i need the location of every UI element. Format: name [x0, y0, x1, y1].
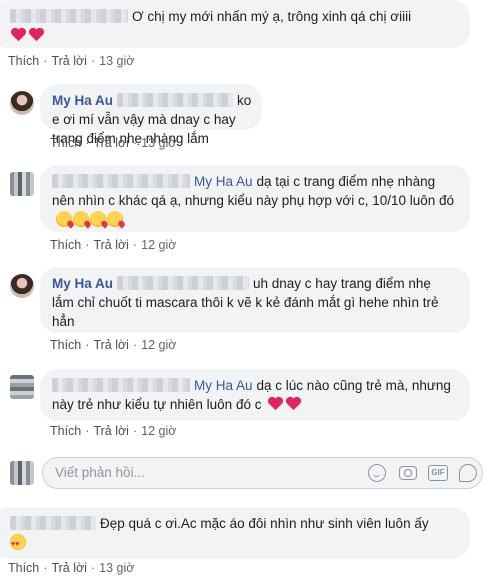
comment-text: này trẻ như kiểu tự nhiên luôn đó c [52, 397, 262, 412]
reply-link[interactable]: Trả lời [93, 136, 129, 150]
timestamp[interactable]: 12 giờ [141, 338, 176, 352]
comment-text: dạ c lúc nào cũng trẻ mà, nhưng [256, 378, 451, 393]
heart-emoji-icon [11, 27, 26, 42]
timestamp[interactable]: 13 giờ [99, 54, 134, 68]
like-link[interactable]: Thích [50, 424, 81, 438]
blurred-name [52, 174, 190, 188]
comment-text: nên nhìn c khác qá ạ, nhưng kiểu này phụ… [52, 193, 455, 208]
comment-bubble: Đẹp quá c ơi.Ac mặc áo đôi nhìn như sinh… [0, 507, 470, 559]
comment-bubble: My Ha Au dạ tại c trang điểm nhẹ nhàng nê… [40, 165, 470, 232]
sticker-icon[interactable] [459, 464, 477, 482]
author-name[interactable]: My Ha Au [52, 276, 113, 291]
timestamp[interactable]: 13 giờ [141, 136, 176, 150]
heart-emoji-icon [29, 27, 44, 42]
current-user-avatar [10, 461, 34, 485]
reply-input[interactable]: Viết phản hồi... GIF [42, 457, 483, 489]
comment-actions: Thích · Trả lời · 12 giờ [50, 338, 177, 352]
comment-actions: Thích · Trả lời · 13 giờ [8, 561, 135, 575]
blurred-name [10, 9, 128, 23]
reply-placeholder: Viết phản hồi... [55, 465, 145, 480]
comment-text: uh dnay c hay trang điểm nhẹ [253, 276, 431, 291]
tagged-name[interactable]: My Ha Au [194, 174, 253, 189]
blurred-name [117, 93, 234, 107]
avatar[interactable] [10, 274, 34, 298]
kissing-face-emoji-icon [90, 211, 106, 227]
kissing-face-emoji-icon [107, 211, 123, 227]
heart-eyes-emoji-icon [10, 534, 26, 554]
timestamp[interactable]: 12 giờ [141, 424, 176, 438]
comment-text: Ơ chị my mới nhấn mý ạ, trông xinh qá ch… [132, 9, 412, 24]
kissing-face-emoji-icon [56, 211, 72, 227]
reaction-emojis [56, 211, 124, 227]
camera-icon[interactable] [399, 466, 417, 480]
like-link[interactable]: Thích [50, 238, 81, 252]
kissing-face-emoji-icon [73, 211, 89, 227]
avatar[interactable] [10, 172, 34, 196]
like-link[interactable]: Thích [8, 54, 39, 68]
timestamp[interactable]: 13 giờ [99, 561, 134, 575]
smile-icon[interactable] [368, 464, 386, 482]
tagged-name[interactable]: My Ha Au [194, 378, 253, 393]
comment-text: lắm chỉ chuốt ti mascara thôi k vẽ k kẻ … [52, 295, 439, 329]
comment-text: Đẹp quá c ơi.Ac mặc áo đôi nhìn như sinh… [100, 516, 429, 531]
comment-actions: Thích · Trả lời · 12 giờ [50, 238, 177, 252]
heart-emoji-icon [268, 396, 284, 411]
comment-text: dạ tại c trang điểm nhẹ nhàng [256, 174, 436, 189]
comment-bubble: Ơ chị my mới nhấn mý ạ, trông xinh qá ch… [0, 0, 470, 48]
comment-actions: Thích · Trả lời · 12 giờ [50, 424, 177, 438]
heart-emoji-icon [286, 396, 302, 411]
avatar[interactable] [10, 375, 34, 399]
timestamp[interactable]: 12 giờ [141, 238, 176, 252]
comment-actions: Thích · Trả lời · 13 giờ [50, 136, 177, 150]
gif-icon[interactable]: GIF [428, 465, 448, 481]
like-link[interactable]: Thích [50, 136, 81, 150]
comment-bubble: My Ha Au ko e ơi mí vẫn vậy mà dnay c hay… [40, 84, 262, 146]
reply-link[interactable]: Trả lời [93, 338, 129, 352]
reply-link[interactable]: Trả lời [51, 561, 87, 575]
blurred-name [10, 516, 96, 530]
avatar[interactable] [10, 91, 34, 115]
comment-bubble: My Ha Au dạ c lúc nào cũng trẻ mà, nhưng … [40, 369, 470, 421]
comment-actions: Thích · Trả lời · 13 giờ [8, 54, 135, 68]
reply-link[interactable]: Trả lời [93, 238, 129, 252]
comment-bubble: My Ha Au uh dnay c hay trang điểm nhẹ lắm… [40, 267, 470, 333]
reply-link[interactable]: Trả lời [93, 424, 129, 438]
blurred-name [52, 378, 190, 392]
author-name[interactable]: My Ha Au [52, 93, 113, 108]
like-link[interactable]: Thích [8, 561, 39, 575]
blurred-name [117, 276, 250, 290]
like-link[interactable]: Thích [50, 338, 81, 352]
reply-link[interactable]: Trả lời [51, 54, 87, 68]
